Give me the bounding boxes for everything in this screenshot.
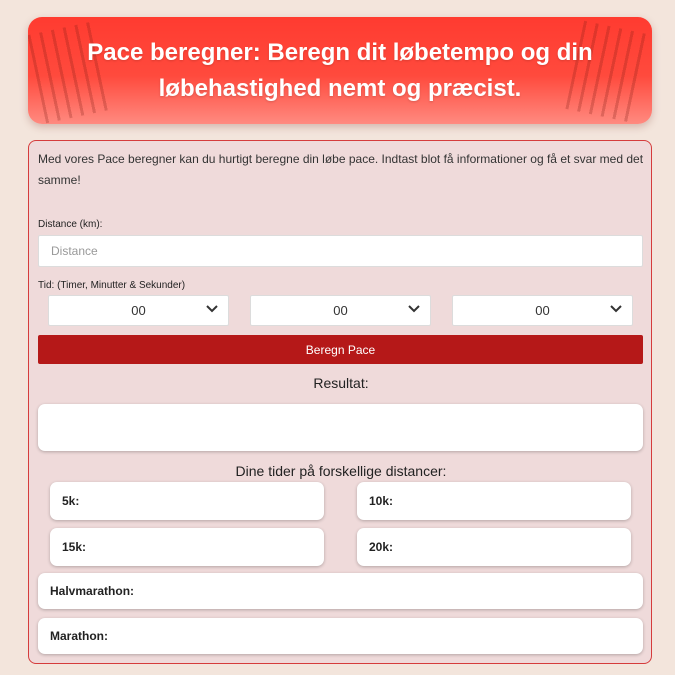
time-half-marathon-card: Halvmarathon: xyxy=(38,573,643,609)
chevron-down-icon xyxy=(610,305,622,313)
time-half-marathon-label: Halvmarathon: xyxy=(50,584,135,598)
seconds-select[interactable]: 00 xyxy=(452,295,633,326)
time-marathon-label: Marathon: xyxy=(50,629,108,643)
distance-label: Distance (km): xyxy=(38,219,103,230)
calculate-pace-button[interactable]: Beregn Pace xyxy=(38,335,643,364)
minutes-select-value: 00 xyxy=(333,303,348,318)
hours-select[interactable]: 00 xyxy=(48,295,229,326)
pace-calculator-panel: Med vores Pace beregner kan du hurtigt b… xyxy=(28,140,652,664)
time-10k-card: 10k: xyxy=(357,482,631,520)
time-label: Tid: (Timer, Minutter & Sekunder) xyxy=(38,280,186,291)
result-output xyxy=(38,404,643,451)
result-heading: Resultat: xyxy=(313,375,369,391)
time-5k-card: 5k: xyxy=(50,482,324,520)
time-marathon-card: Marathon: xyxy=(38,618,643,654)
chevron-down-icon xyxy=(408,305,420,313)
intro-text: Med vores Pace beregner kan du hurtigt b… xyxy=(38,152,644,187)
time-10k-label: 10k: xyxy=(369,494,394,508)
page-title: Pace beregner: Beregn dit løbetempo og d… xyxy=(87,38,593,102)
time-20k-card: 20k: xyxy=(357,528,631,566)
time-15k-card: 15k: xyxy=(50,528,324,566)
distances-heading: Dine tider på forskellige distancer: xyxy=(235,463,447,479)
chevron-down-icon xyxy=(206,305,218,313)
distance-input[interactable] xyxy=(38,235,643,267)
time-5k-label: 5k: xyxy=(62,494,80,508)
time-20k-label: 20k: xyxy=(369,540,394,554)
hours-select-value: 00 xyxy=(131,303,146,318)
minutes-select[interactable]: 00 xyxy=(250,295,431,326)
time-15k-label: 15k: xyxy=(62,540,87,554)
seconds-select-value: 00 xyxy=(535,303,550,318)
page-header: Pace beregner: Beregn dit løbetempo og d… xyxy=(28,17,652,124)
